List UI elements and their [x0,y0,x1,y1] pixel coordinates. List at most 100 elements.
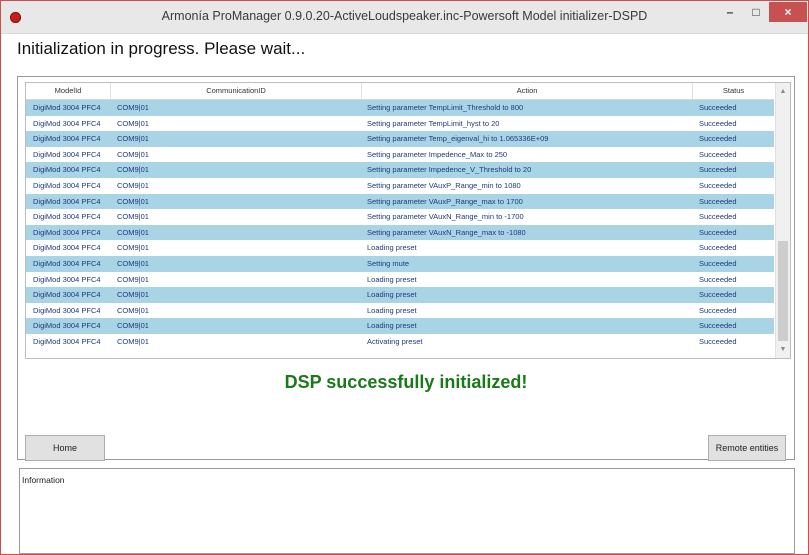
vertical-scrollbar[interactable]: ▲ ▼ [775,83,790,358]
cell-status: Succeeded [699,305,737,315]
cell-status: Succeeded [699,180,737,190]
column-header-action[interactable]: Action [362,83,693,99]
cell-action: Setting parameter VAuxP_Range_min to 108… [367,180,521,190]
cell-status: Succeeded [699,118,737,128]
home-button[interactable]: Home [25,435,105,461]
cell-modelid: DigiMod 3004 PFC4 [33,321,101,331]
cell-action: Setting parameter TempLimit_hyst to 20 [367,118,500,128]
cell-status: Succeeded [699,290,737,300]
cell-communicationid: COM9|01 [117,212,149,222]
cell-modelid: DigiMod 3004 PFC4 [33,243,101,253]
results-grid[interactable]: ModelId CommunicationID Action Status Di… [25,82,791,359]
scrollbar-thumb[interactable] [778,241,788,341]
cell-communicationid: COM9|01 [117,196,149,206]
title-bar[interactable]: Armonía ProManager 0.9.0.20-ActiveLoudsp… [1,1,808,34]
cell-action: Loading preset [367,321,417,331]
scroll-down-icon[interactable]: ▼ [776,343,790,357]
cell-communicationid: COM9|01 [117,274,149,284]
maximize-button[interactable]: □ [743,2,769,22]
grid-rows: DigiMod 3004 PFC4 COM9|01 Setting paramete… [26,100,774,350]
cell-communicationid: COM9|01 [117,305,149,315]
information-label: Information [22,475,65,485]
cell-action: Setting parameter Temp_eigenval_hi to 1.… [367,134,549,144]
table-row[interactable]: DigiMod 3004 PFC4 COM9|01 Setting paramete… [26,193,774,210]
cell-action: Setting parameter Impedence_Max to 250 [367,149,508,159]
cell-status: Succeeded [699,321,737,331]
cell-status: Succeeded [699,196,737,206]
cell-communicationid: COM9|01 [117,165,149,175]
table-row[interactable]: DigiMod 3004 PFC4 COM9|01 Setting paramete… [26,224,774,241]
cell-action: Loading preset [367,243,417,253]
table-row[interactable]: DigiMod 3004 PFC4 COM9|01 Setting paramete… [26,116,774,132]
success-message: DSP successfully initialized! [284,372,528,392]
cell-modelid: DigiMod 3004 PFC4 [33,212,101,222]
table-row[interactable]: DigiMod 3004 PFC4 COM9|01 Setting paramete… [26,162,774,178]
table-row[interactable]: DigiMod 3004 PFC4 COM9|01 Setting paramete… [26,209,774,225]
cell-communicationid: COM9|01 [117,243,149,253]
cell-action: Loading preset [367,290,417,300]
cell-modelid: DigiMod 3004 PFC4 [33,196,101,206]
cell-action: Activating preset [367,336,423,346]
remote-entities-button[interactable]: Remote entities [708,435,786,461]
column-header-communicationid[interactable]: CommunicationID [111,83,362,99]
information-panel: Information [19,468,795,554]
table-row[interactable]: DigiMod 3004 PFC4 COM9|01 Activating prese… [26,334,774,350]
table-row[interactable]: DigiMod 3004 PFC4 COM9|01 Loading preset Su… [26,318,774,334]
cell-modelid: DigiMod 3004 PFC4 [33,258,101,268]
cell-communicationid: COM9|01 [117,149,149,159]
cell-modelid: DigiMod 3004 PFC4 [33,165,101,175]
grid-header: ModelId CommunicationID Action Status [26,83,774,100]
main-panel: ModelId CommunicationID Action Status Di… [17,76,795,461]
cell-status: Succeeded [699,103,737,112]
cell-status: Succeeded [699,212,737,222]
cell-status: Succeeded [699,134,737,144]
cell-communicationid: COM9|01 [117,118,149,128]
page-title: Initialization in progress. Please wait.… [17,39,306,58]
cell-modelid: DigiMod 3004 PFC4 [33,180,101,190]
cell-modelid: DigiMod 3004 PFC4 [33,149,101,159]
cell-communicationid: COM9|01 [117,180,149,190]
table-row[interactable]: DigiMod 3004 PFC4 COM9|01 Setting mute Succ… [26,255,774,272]
table-row[interactable]: DigiMod 3004 PFC4 COM9|01 Setting paramete… [26,100,774,116]
cell-action: Loading preset [367,274,417,284]
cell-action: Loading preset [367,305,417,315]
cell-communicationid: COM9|01 [117,321,149,331]
cell-modelid: DigiMod 3004 PFC4 [33,118,101,128]
cell-modelid: DigiMod 3004 PFC4 [33,227,101,237]
cell-modelid: DigiMod 3004 PFC4 [33,274,101,284]
close-button[interactable]: × [769,2,807,22]
table-row[interactable]: DigiMod 3004 PFC4 COM9|01 Loading preset Su… [26,240,774,256]
cell-modelid: DigiMod 3004 PFC4 [33,336,101,346]
cell-modelid: DigiMod 3004 PFC4 [33,134,101,144]
cell-communicationid: COM9|01 [117,336,149,346]
cell-status: Succeeded [699,336,737,346]
scroll-up-icon[interactable]: ▲ [776,85,790,99]
cell-action: Setting mute [367,258,410,268]
cell-status: Succeeded [699,165,737,175]
cell-status: Succeeded [699,149,737,159]
cell-modelid: DigiMod 3004 PFC4 [33,290,101,300]
cell-communicationid: COM9|01 [117,258,149,268]
table-row[interactable]: DigiMod 3004 PFC4 COM9|01 Setting paramete… [26,178,774,194]
window-title: Armonía ProManager 0.9.0.20-ActiveLoudsp… [161,9,648,23]
table-row[interactable]: DigiMod 3004 PFC4 COM9|01 Loading preset Su… [26,303,774,319]
app-window: Armonía ProManager 0.9.0.20-ActiveLoudsp… [0,0,809,555]
table-row[interactable]: DigiMod 3004 PFC4 COM9|01 Setting paramete… [26,147,774,163]
cell-status: Succeeded [699,227,737,237]
cell-action: Setting parameter TempLimit_Threshold to… [367,103,524,112]
cell-communicationid: COM9|01 [117,103,149,112]
column-header-modelid[interactable]: ModelId [26,83,111,99]
table-row[interactable]: DigiMod 3004 PFC4 COM9|01 Loading preset Su… [26,272,774,288]
table-row[interactable]: DigiMod 3004 PFC4 COM9|01 Loading preset Su… [26,287,774,303]
cell-communicationid: COM9|01 [117,290,149,300]
cell-status: Succeeded [699,258,737,268]
cell-status: Succeeded [699,243,737,253]
table-row[interactable]: DigiMod 3004 PFC4 COM9|01 Setting paramete… [26,131,774,147]
cell-status: Succeeded [699,274,737,284]
cell-action: Setting parameter Impedence_V_Threshold … [367,165,532,175]
cell-action: Setting parameter VAuxN_Range_max to -10… [367,227,526,237]
column-header-status[interactable]: Status [693,83,774,99]
cell-action: Setting parameter VAuxN_Range_min to -17… [367,212,524,222]
cell-communicationid: COM9|01 [117,134,149,144]
minimize-button[interactable]: – [717,2,743,22]
